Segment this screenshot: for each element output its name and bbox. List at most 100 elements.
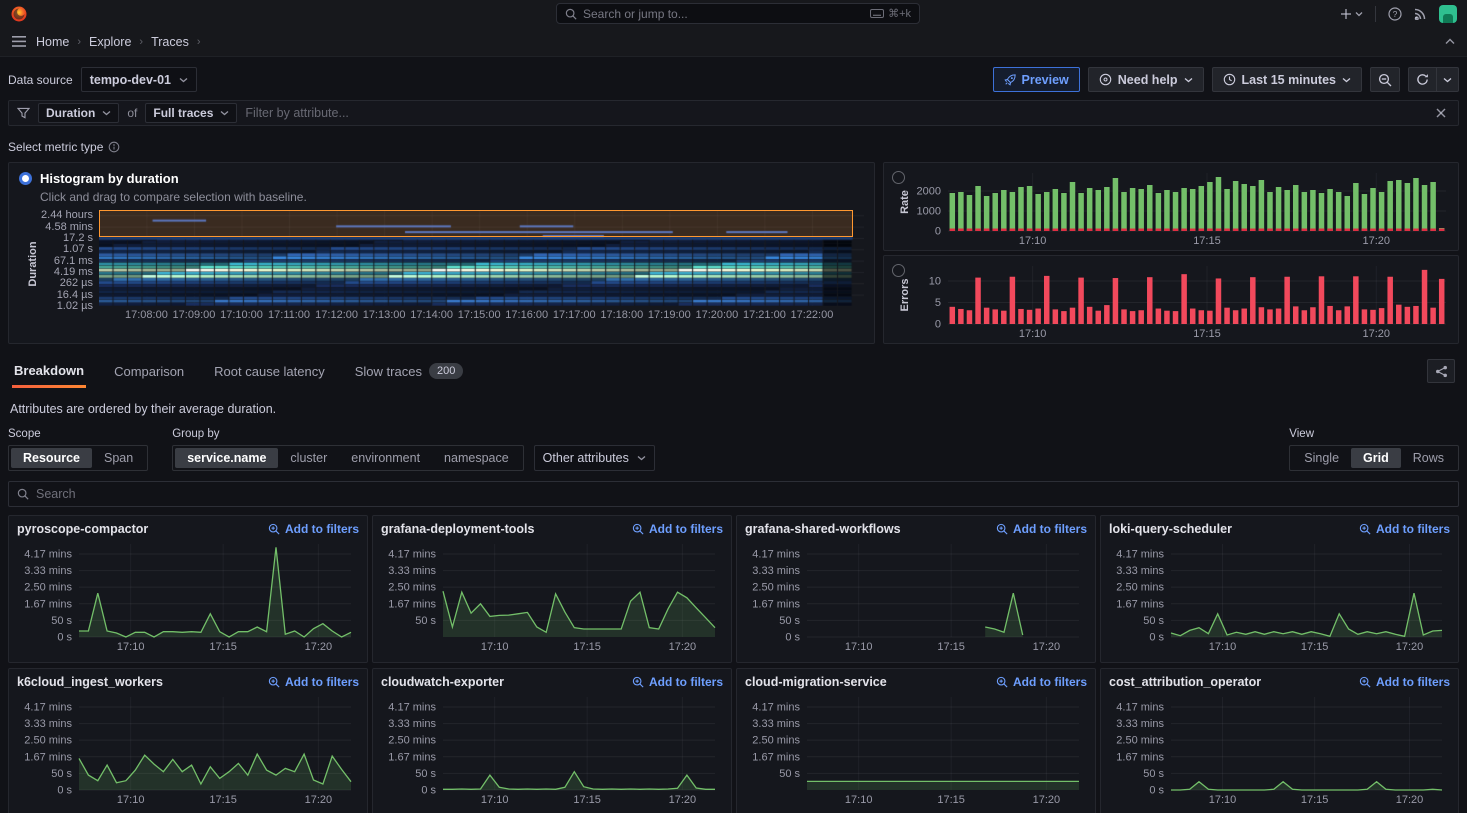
heatmap-x-tick: 17:19:00: [648, 309, 691, 321]
scope-option-resource[interactable]: Resource: [11, 448, 92, 468]
view-option-single[interactable]: Single: [1292, 448, 1351, 468]
service-duration-chart[interactable]: 4.17 mins3.33 mins2.50 mins1.67 mins50 s…: [17, 691, 359, 807]
add-to-filters-button[interactable]: Add to filters: [1359, 522, 1450, 536]
add-to-filters-button[interactable]: Add to filters: [632, 522, 723, 536]
heatmap-x-tick: 17:21:00: [743, 309, 786, 321]
rate-chart[interactable]: 01000200017:1017:1517:20Rate: [898, 167, 1452, 248]
svg-text:17:10: 17:10: [481, 794, 509, 806]
svg-text:17:15: 17:15: [1301, 794, 1329, 806]
service-search-input[interactable]: [36, 487, 1450, 501]
svg-text:3.33 mins: 3.33 mins: [1116, 718, 1164, 730]
data-source-select[interactable]: tempo-dev-01: [81, 67, 197, 92]
service-duration-chart[interactable]: 4.17 mins3.33 mins2.50 mins1.67 mins50 s…: [1109, 538, 1450, 654]
svg-text:4.17 mins: 4.17 mins: [388, 548, 436, 560]
service-duration-chart[interactable]: 4.17 mins3.33 mins2.50 mins1.67 mins50 s…: [745, 691, 1087, 807]
svg-text:17:20: 17:20: [669, 641, 697, 653]
add-to-filters-label: Add to filters: [285, 675, 359, 689]
filter-bar: Duration of Full traces Filter by attrib…: [8, 100, 1459, 126]
heatmap-x-tick: 17:10:00: [220, 309, 263, 321]
duration-heatmap[interactable]: [99, 210, 864, 306]
service-duration-chart[interactable]: 4.17 mins3.33 mins2.50 mins1.67 mins50 s…: [745, 538, 1087, 654]
add-to-filters-button[interactable]: Add to filters: [632, 675, 723, 689]
of-label: of: [127, 106, 137, 120]
svg-text:50 s: 50 s: [51, 615, 72, 627]
breadcrumb-traces[interactable]: Traces: [151, 35, 189, 49]
attribute-filter-input[interactable]: Filter by attribute...: [245, 106, 1424, 120]
svg-text:17:20: 17:20: [1396, 794, 1424, 806]
duration-select[interactable]: Duration: [38, 103, 119, 123]
search-icon: [565, 8, 577, 20]
svg-text:17:20: 17:20: [1033, 641, 1061, 653]
clear-filter-icon[interactable]: [1432, 106, 1450, 120]
trace-type-select[interactable]: Full traces: [145, 103, 237, 123]
svg-text:17:15: 17:15: [573, 641, 601, 653]
svg-text:3.33 mins: 3.33 mins: [388, 565, 436, 577]
breadcrumb-bar: Home › Explore › Traces ›: [0, 27, 1467, 57]
svg-text:1.67 mins: 1.67 mins: [388, 751, 436, 763]
svg-text:17:10: 17:10: [1209, 794, 1237, 806]
heatmap-y-tick: 2.44 hours: [41, 209, 93, 221]
groupby-option-service-name[interactable]: service.name: [175, 448, 278, 468]
menu-toggle-icon[interactable]: [12, 36, 26, 47]
search-input[interactable]: [583, 7, 864, 21]
refresh-interval-dropdown[interactable]: [1437, 67, 1459, 92]
view-option-grid[interactable]: Grid: [1351, 448, 1401, 468]
collapse-chevron-up-icon[interactable]: [1445, 38, 1455, 45]
add-to-filters-label: Add to filters: [1376, 522, 1450, 536]
groupby-option-namespace[interactable]: namespace: [432, 448, 521, 468]
scope-option-span[interactable]: Span: [92, 448, 145, 468]
add-to-filters-button[interactable]: Add to filters: [1359, 675, 1450, 689]
help-icon[interactable]: ?: [1388, 7, 1402, 21]
histogram-radio[interactable]: [19, 172, 32, 185]
service-duration-chart[interactable]: 4.17 mins3.33 mins2.50 mins1.67 mins50 s…: [1109, 691, 1450, 807]
news-rss-icon[interactable]: [1414, 7, 1427, 20]
add-to-filters-button[interactable]: Add to filters: [996, 522, 1087, 536]
tab-breakdown[interactable]: Breakdown: [12, 354, 86, 388]
service-title: loki-query-scheduler: [1109, 522, 1232, 536]
svg-text:4.17 mins: 4.17 mins: [1116, 701, 1164, 713]
service-duration-chart[interactable]: 4.17 mins3.33 mins2.50 mins1.67 mins50 s…: [381, 538, 723, 654]
add-to-filters-button[interactable]: Add to filters: [996, 675, 1087, 689]
add-new-button[interactable]: [1340, 8, 1363, 20]
other-attributes-select[interactable]: Other attributes: [534, 445, 655, 471]
svg-text:10: 10: [929, 276, 941, 288]
svg-text:17:10: 17:10: [117, 641, 145, 653]
search-plus-icon: [996, 523, 1008, 535]
add-to-filters-button[interactable]: Add to filters: [268, 675, 359, 689]
heatmap-x-ticks: 17:08:0017:09:0017:10:0017:11:0017:12:00…: [99, 306, 864, 322]
add-to-filters-label: Add to filters: [1013, 522, 1087, 536]
attribute-search: [8, 481, 1459, 507]
breadcrumb-home[interactable]: Home: [36, 35, 69, 49]
svg-text:2.50 mins: 2.50 mins: [388, 582, 436, 594]
chevron-right-icon: ›: [139, 36, 143, 48]
tab-comparison[interactable]: Comparison: [112, 355, 186, 388]
share-button[interactable]: [1427, 359, 1455, 383]
global-search: ⌘+k: [556, 3, 920, 24]
tab-slow-traces[interactable]: Slow traces 200: [353, 354, 466, 388]
svg-text:0 s: 0 s: [57, 632, 72, 644]
time-range-button[interactable]: Last 15 minutes: [1212, 67, 1362, 92]
add-to-filters-button[interactable]: Add to filters: [268, 522, 359, 536]
zoom-out-button[interactable]: [1370, 67, 1400, 92]
heatmap-y-ticks: 2.44 hours4.58 mins17.2 s1.07 s67.1 ms4.…: [35, 210, 99, 306]
svg-text:1.67 mins: 1.67 mins: [1116, 751, 1164, 763]
grafana-logo-icon[interactable]: [10, 5, 28, 23]
heatmap-y-tick: 262 µs: [60, 277, 93, 289]
preview-button[interactable]: Preview: [993, 67, 1080, 92]
breadcrumb-explore[interactable]: Explore: [89, 35, 131, 49]
tab-root-cause-latency[interactable]: Root cause latency: [212, 355, 327, 388]
groupby-option-environment[interactable]: environment: [339, 448, 432, 468]
svg-text:1000: 1000: [917, 206, 941, 218]
view-option-rows[interactable]: Rows: [1401, 448, 1456, 468]
groupby-option-cluster[interactable]: cluster: [278, 448, 339, 468]
chevron-right-icon: ›: [77, 36, 81, 48]
service-duration-chart[interactable]: 4.17 mins3.33 mins2.50 mins1.67 mins50 s…: [17, 538, 359, 654]
service-title: cloud-migration-service: [745, 675, 887, 689]
need-help-button[interactable]: Need help: [1088, 67, 1204, 92]
service-duration-chart[interactable]: 4.17 mins3.33 mins2.50 mins1.67 mins50 s…: [381, 691, 723, 807]
svg-text:50 s: 50 s: [415, 615, 436, 627]
user-avatar[interactable]: [1439, 5, 1457, 23]
heatmap-x-tick: 17:08:00: [125, 309, 168, 321]
refresh-button[interactable]: [1408, 67, 1437, 92]
errors-chart[interactable]: 051017:1017:1517:20Errors: [898, 260, 1452, 341]
